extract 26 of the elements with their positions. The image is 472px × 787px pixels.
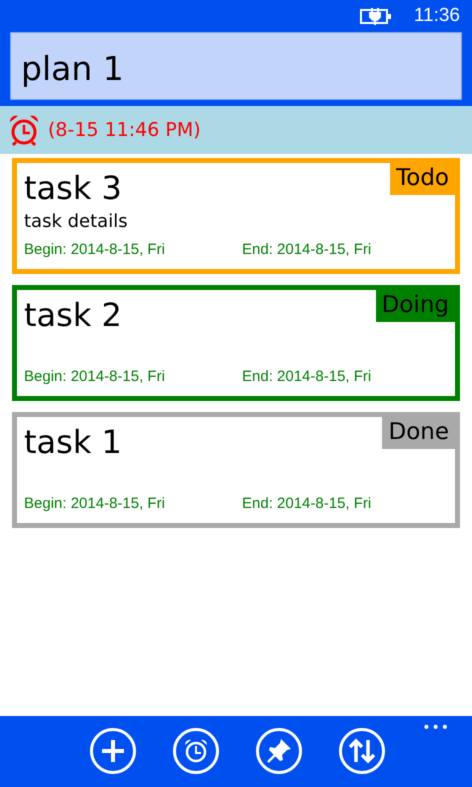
task-card[interactable]: task 1 Done Begin: 2014-8-15, Fri End: 2014-8-15, Fri <box>12 412 460 528</box>
status-badge: Todo <box>390 163 455 195</box>
status-badge: Done <box>382 417 455 449</box>
add-button[interactable] <box>90 728 136 774</box>
task-card[interactable]: task 3 Todo task details Begin: 2014-8-15, Fri End: 2014-8-15, Fri <box>12 158 460 274</box>
task-title: task 3 <box>24 169 122 207</box>
alarm-clock-icon <box>8 114 40 146</box>
task-card[interactable]: task 2 Doing Begin: 2014-8-15, Fri End: 2014-8-15, Fri <box>12 285 460 401</box>
pin-button[interactable] <box>256 728 302 774</box>
status-badge: Doing <box>376 290 455 322</box>
begin-date: Begin: 2014-8-15, Fri <box>24 241 166 258</box>
task-title: task 1 <box>24 423 122 461</box>
end-date: End: 2014-8-15, Fri <box>242 368 372 385</box>
task-title: task 2 <box>24 296 122 334</box>
end-date: End: 2014-8-15, Fri <box>242 241 372 258</box>
title-field[interactable]: plan 1 <box>10 32 462 100</box>
begin-date: Begin: 2014-8-15, Fri <box>24 368 166 385</box>
begin-date: Begin: 2014-8-15, Fri <box>24 495 166 512</box>
alarm-button[interactable] <box>172 728 218 774</box>
task-details: task details <box>24 211 128 232</box>
battery-icon <box>360 7 392 25</box>
clock-time: 11:36 <box>414 5 460 27</box>
end-date: End: 2014-8-15, Fri <box>242 495 372 512</box>
alarm-time: (8-15 11:46 PM) <box>48 119 201 141</box>
more-button[interactable]: ••• <box>422 720 450 736</box>
sort-button[interactable] <box>338 728 384 774</box>
